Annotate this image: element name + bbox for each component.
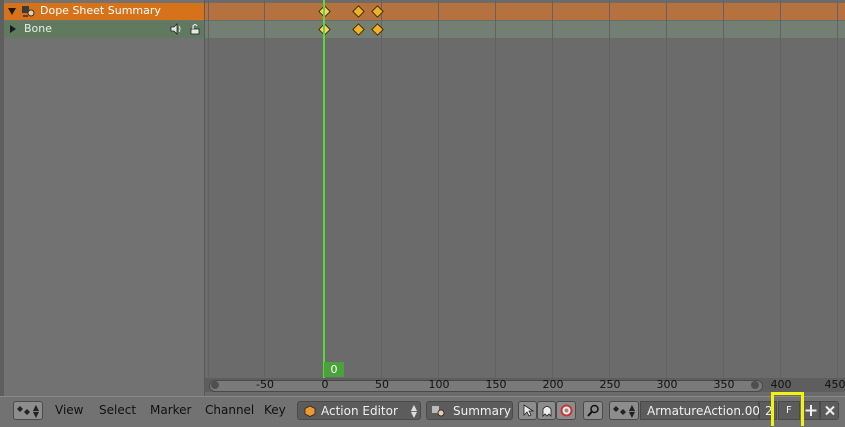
- ruler-tick-label: 200: [543, 378, 564, 391]
- mode-label: Action Editor: [321, 404, 398, 418]
- action-name-text: ArmatureAction.001: [647, 404, 768, 418]
- editor-type-button[interactable]: ▲▼: [13, 401, 43, 420]
- chevron-updown-icon: ▲▼: [33, 404, 39, 418]
- grid-line: [780, 0, 781, 378]
- ruler-tick-label: 100: [429, 378, 450, 391]
- grid-line: [438, 0, 439, 378]
- speaker-icon[interactable]: [170, 23, 182, 35]
- grid-line: [552, 0, 553, 378]
- dopesheet-icon: [17, 404, 31, 420]
- grid-line: [666, 0, 667, 378]
- keyframe-area[interactable]: 0: [205, 0, 845, 378]
- ruler-tick-label: 350: [714, 378, 735, 391]
- ruler-tick-label: 50: [375, 378, 389, 391]
- lock-icon[interactable]: [189, 23, 201, 35]
- annotation-highlight: [771, 392, 804, 426]
- grid-line: [208, 0, 209, 378]
- ruler-tick-label: -50: [256, 378, 274, 391]
- ruler-tick-label: 150: [486, 378, 507, 391]
- menu-marker[interactable]: Marker: [150, 403, 191, 417]
- summary-toggle[interactable]: Summary: [426, 401, 513, 420]
- ruler-tick-label: 250: [600, 378, 621, 391]
- ruler-tick-label: 300: [657, 378, 678, 391]
- current-frame-indicator[interactable]: 0: [324, 362, 344, 377]
- summary-label: Summary: [453, 404, 511, 418]
- action-editor-icon: [304, 405, 316, 420]
- expand-triangle-icon[interactable]: [8, 8, 16, 15]
- filter-search-button[interactable]: [583, 401, 603, 420]
- close-icon: [824, 404, 836, 420]
- grid-line: [495, 0, 496, 378]
- lifebuoy-icon: [560, 404, 573, 420]
- dope-sheet-editor: Dope Sheet Summary Bone: [0, 0, 845, 426]
- menu-view[interactable]: View: [55, 403, 83, 417]
- grid-line: [609, 0, 610, 378]
- channel-row-bone[interactable]: Bone: [4, 21, 204, 38]
- editor-header: ▲▼ View Select Marker Channel Key Action…: [0, 396, 845, 427]
- magnifier-icon: [587, 404, 600, 420]
- channel-region-edge: [0, 0, 4, 396]
- chevron-updown-icon: ▲▼: [629, 404, 635, 418]
- ruler-tick-label: 450: [825, 378, 845, 391]
- only-selected-toggle[interactable]: [518, 401, 537, 420]
- collapsed-triangle-icon[interactable]: [10, 25, 16, 33]
- menu-channel[interactable]: Channel: [205, 403, 254, 417]
- menu-select[interactable]: Select: [99, 403, 136, 417]
- plus-icon: [805, 404, 817, 420]
- only-errors-toggle[interactable]: [556, 401, 576, 420]
- menu-key[interactable]: Key: [264, 403, 286, 417]
- scrollbar-right-handle[interactable]: [751, 381, 759, 389]
- unlink-action-button[interactable]: [820, 401, 839, 420]
- action-name-field[interactable]: ArmatureAction.001: [640, 401, 759, 420]
- summary-icon: [20, 4, 36, 18]
- playhead-line[interactable]: [323, 0, 325, 378]
- action-browse-button[interactable]: ▲▼: [609, 401, 639, 420]
- grid-line: [837, 0, 838, 378]
- grid-line: [381, 0, 382, 378]
- channel-row-dope-sheet-summary[interactable]: Dope Sheet Summary: [4, 3, 204, 20]
- ruler-tick-label: 400: [771, 378, 792, 391]
- ghost-icon: [541, 404, 553, 420]
- scrollbar-left-handle[interactable]: [211, 381, 219, 389]
- bone-keyframe-strip: [205, 21, 845, 38]
- summary-icon: [430, 404, 446, 421]
- action-datablock-icon: [613, 404, 627, 420]
- channel-label-summary: Dope Sheet Summary: [40, 4, 161, 17]
- frame-ruler-scrollbar[interactable]: -50 0 50 100 150 200 250 300 350 400 450: [205, 378, 845, 392]
- mode-selector[interactable]: Action Editor ▲▼: [297, 401, 421, 420]
- grid-line: [723, 0, 724, 378]
- summary-keyframe-strip: [205, 3, 845, 20]
- channel-list: Dope Sheet Summary Bone: [0, 0, 205, 396]
- grid-line: [264, 0, 265, 378]
- ruler-tick-label: 0: [322, 378, 329, 391]
- show-hidden-toggle[interactable]: [537, 401, 556, 420]
- channel-label-bone: Bone: [24, 22, 52, 35]
- chevron-updown-icon: ▲▼: [411, 404, 417, 418]
- cursor-arrow-icon: [522, 404, 534, 420]
